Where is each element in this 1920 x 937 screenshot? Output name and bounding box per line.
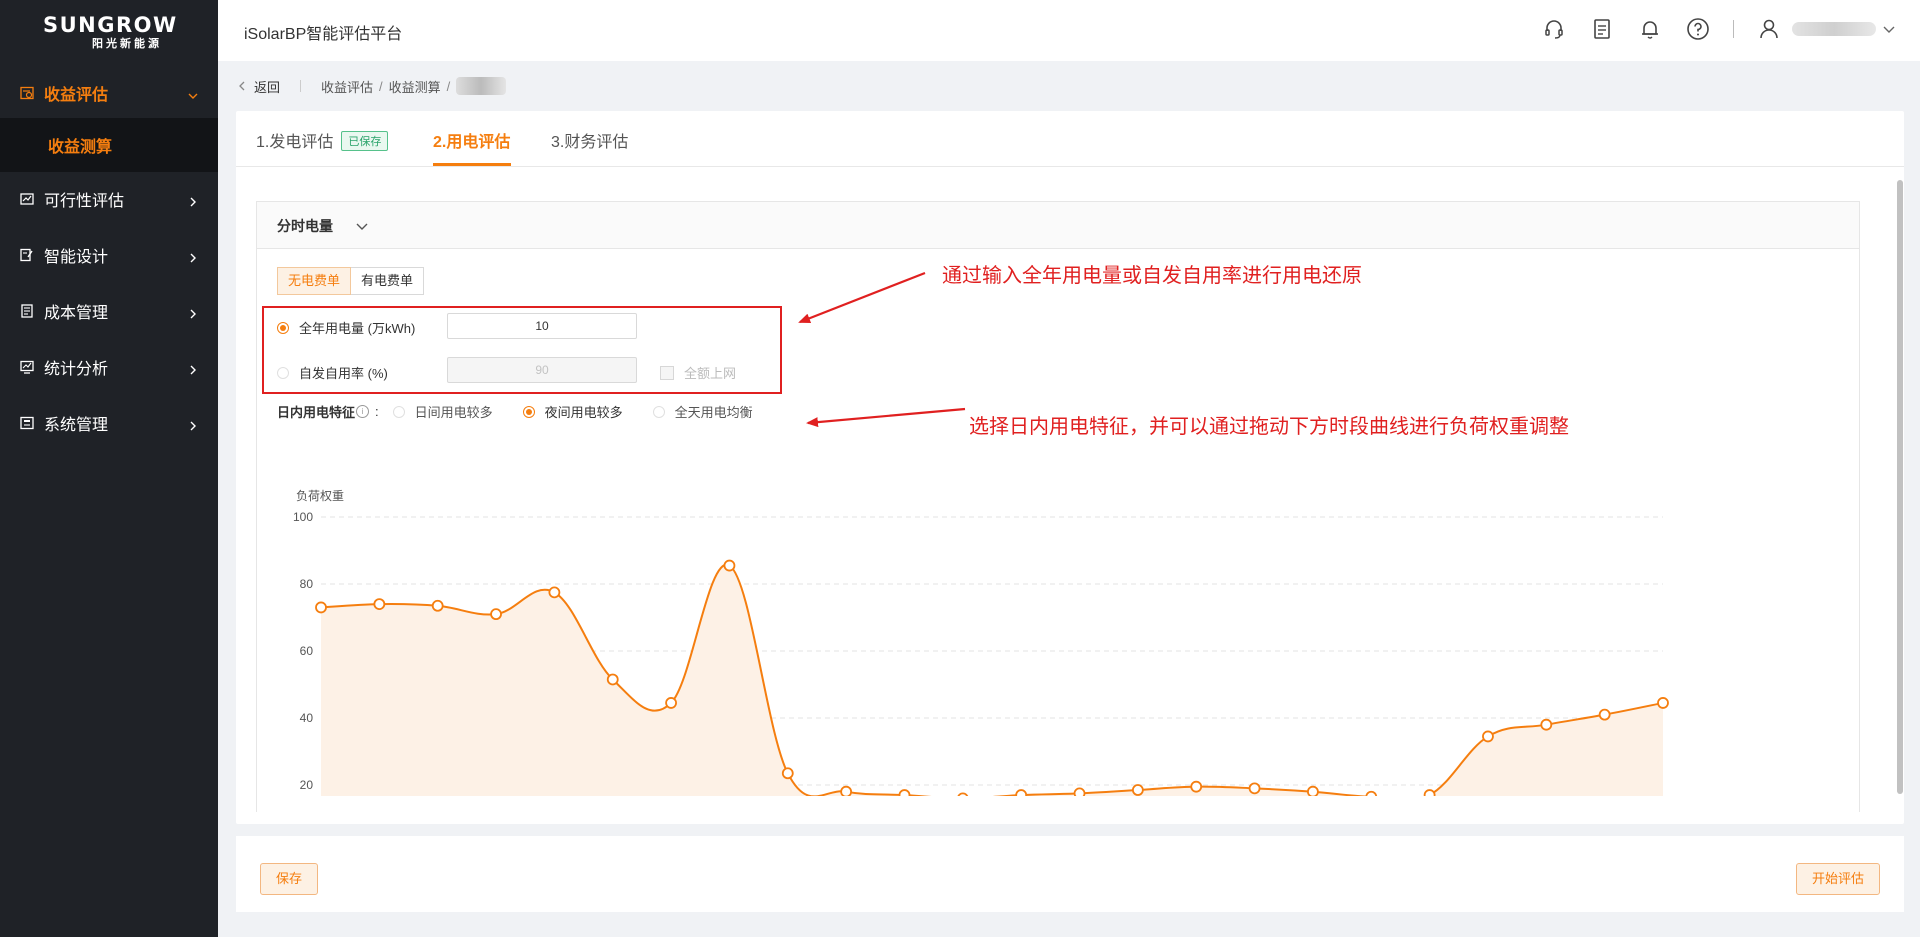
sidebar-item-label: 成本管理 (44, 305, 109, 322)
breadcrumb-revenue[interactable]: 收益评估 (321, 77, 373, 96)
stats-icon (20, 360, 34, 374)
annotation-box (262, 306, 782, 394)
divider (1733, 20, 1734, 38)
info-icon[interactable]: i (356, 405, 370, 418)
balanced-radio[interactable] (652, 405, 665, 418)
document-icon[interactable] (1589, 16, 1615, 42)
system-icon (20, 416, 34, 430)
tab-bar: 1.发电评估 已保存 2.用电评估 3.财务评估 (236, 111, 1904, 167)
chevron-right-icon (188, 306, 198, 319)
sidebar-item-label: 智能设计 (44, 249, 109, 266)
chevron-left-icon[interactable] (238, 79, 246, 94)
active-tab-indicator (433, 163, 511, 166)
footer-bar: 保存 开始评估 (236, 836, 1904, 912)
feasibility-icon (20, 192, 34, 206)
panel-title: 分时电量 (277, 218, 333, 234)
app-title: iSolarBP智能评估平台 (244, 26, 403, 43)
start-evaluation-button[interactable]: 开始评估 (1795, 863, 1880, 895)
bell-icon[interactable] (1637, 16, 1663, 42)
tou-panel: 分时电量 无电费单 有电费单 (256, 201, 1860, 812)
sidebar-item-system[interactable]: 系统管理 (0, 395, 218, 451)
balanced-label: 全天用电均衡 (674, 405, 753, 420)
breadcrumb-separator: / (446, 78, 451, 94)
bill-toggle: 无电费单 有电费单 (277, 267, 425, 295)
revenue-icon (20, 86, 34, 100)
user-icon[interactable] (1756, 16, 1782, 42)
night-heavy-label: 夜间用电较多 (544, 405, 623, 420)
tab-consumption[interactable]: 2.用电评估 (433, 128, 510, 152)
breadcrumb-separator: / (379, 78, 383, 94)
breadcrumb-calc[interactable]: 收益测算 (389, 77, 441, 96)
no-bill-button[interactable]: 无电费单 (277, 267, 352, 295)
daily-pattern-title: 日内用电特征 (277, 405, 356, 420)
scrollbar[interactable] (1897, 180, 1903, 794)
sidebar: SUNGROW 阳光新能源 收益评估 收益测算 可行性评估 智能设计 成本管理 … (0, 0, 218, 937)
save-button[interactable]: 保存 (260, 863, 319, 895)
breadcrumb: 返回 收益评估 / 收益测算 / (238, 76, 507, 96)
chevron-down-icon (188, 88, 198, 99)
sidebar-item-feasibility[interactable]: 可行性评估 (0, 171, 218, 227)
brand-subtitle: 阳光新能源 (92, 38, 162, 50)
breadcrumb-project-blurred (456, 77, 507, 95)
tab-generation[interactable]: 1.发电评估 已保存 (256, 128, 389, 152)
divider (300, 80, 302, 92)
design-icon (20, 248, 34, 262)
tab-label: 3.财务评估 (551, 134, 629, 151)
sidebar-item-revenue[interactable]: 收益评估 (0, 65, 218, 121)
night-heavy-radio[interactable] (522, 405, 535, 418)
day-heavy-label: 日间用电较多 (414, 405, 493, 420)
top-bar: iSolarBP智能评估平台 (218, 0, 1920, 61)
cost-icon (20, 304, 34, 318)
chevron-right-icon (188, 250, 198, 263)
sidebar-item-label: 收益评估 (44, 87, 109, 104)
tab-finance[interactable]: 3.财务评估 (551, 128, 628, 152)
help-icon[interactable] (1685, 16, 1711, 42)
tab-label: 2.用电评估 (433, 134, 511, 151)
top-icons (1519, 16, 1896, 42)
with-bill-button[interactable]: 有电费单 (351, 267, 425, 295)
sungrow-logo: SUNGROW 阳光新能源 (0, 0, 218, 62)
chevron-right-icon (188, 362, 198, 375)
colon: : (375, 404, 379, 419)
sidebar-item-label: 统计分析 (44, 361, 109, 378)
tab-label: 1.发电评估 (256, 134, 334, 151)
headset-icon[interactable] (1541, 16, 1567, 42)
chevron-down-icon[interactable] (1882, 16, 1896, 42)
daily-pattern-row: 日内用电特征 i : 日间用电较多 夜间用电较多 全天用电均衡 (277, 402, 753, 421)
chevron-down-icon[interactable] (356, 219, 368, 235)
panel-header[interactable]: 分时电量 (257, 202, 1859, 249)
sidebar-item-design[interactable]: 智能设计 (0, 227, 218, 283)
chevron-right-icon (188, 194, 198, 207)
sidebar-item-label: 可行性评估 (44, 193, 125, 210)
back-link[interactable]: 返回 (254, 77, 280, 96)
sidebar-item-label: 系统管理 (44, 417, 109, 434)
day-heavy-radio[interactable] (392, 405, 405, 418)
sidebar-item-stats[interactable]: 统计分析 (0, 339, 218, 395)
user-name-blurred[interactable] (1792, 22, 1876, 36)
annotation-bottom: 选择日内用电特征，并可以通过拖动下方时段曲线进行负荷权重调整 (969, 416, 1569, 438)
submenu-label: 收益测算 (48, 139, 113, 156)
sidebar-item-cost[interactable]: 成本管理 (0, 283, 218, 339)
chevron-right-icon (188, 418, 198, 431)
saved-badge: 已保存 (341, 131, 389, 151)
main-card: 1.发电评估 已保存 2.用电评估 3.财务评估 分时电量 无电费单 有电费单 (236, 111, 1904, 824)
brand-name: SUNGROW (43, 13, 178, 37)
annotation-top: 通过输入全年用电量或自发自用率进行用电还原 (942, 265, 1362, 287)
sidebar-subitem-revenue-calc[interactable]: 收益测算 (0, 118, 218, 172)
